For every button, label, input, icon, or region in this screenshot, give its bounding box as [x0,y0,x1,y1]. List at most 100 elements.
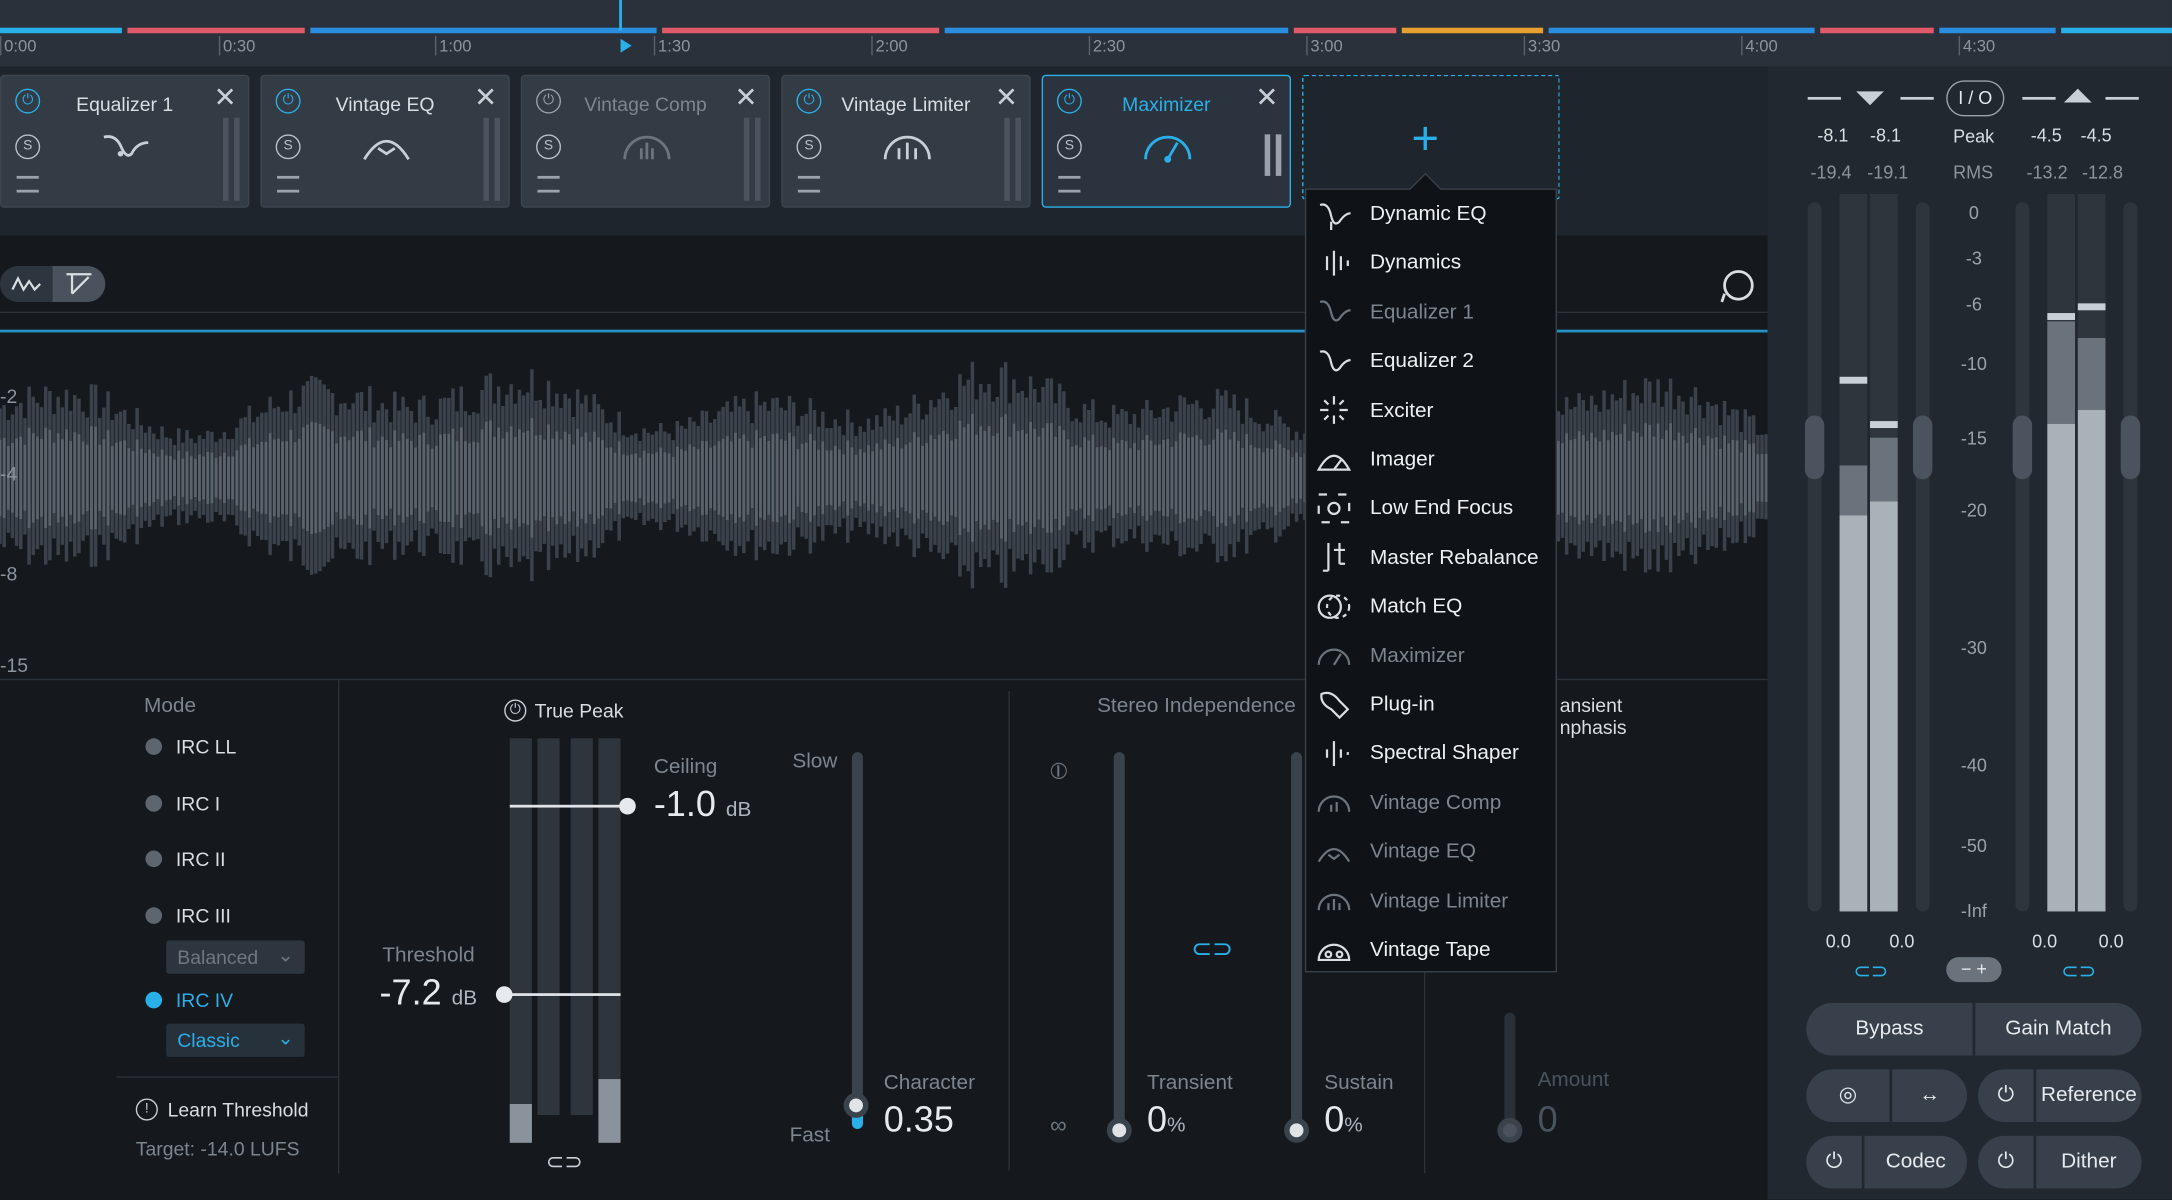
threshold-line[interactable] [501,993,621,996]
amount-knob[interactable] [1497,1117,1523,1143]
threshold-value[interactable]: -7.2 dB [380,971,478,1014]
mode-radio[interactable] [145,991,163,1009]
character-knob[interactable] [843,1092,869,1118]
solo-icon[interactable]: S [796,134,822,160]
power-icon[interactable]: ⏻ [796,88,822,114]
close-icon[interactable]: ✕ [995,84,1018,112]
close-icon[interactable]: ✕ [734,84,757,112]
menu-item-dynamics[interactable]: Dynamics [1306,239,1555,287]
solo-icon[interactable]: S [275,134,301,160]
input-trim-slider-r[interactable] [1915,202,1930,912]
list-icon[interactable] [797,175,821,193]
sustain-slider[interactable] [1291,752,1303,1127]
transient-slider[interactable] [1113,752,1125,1127]
input-meter-toggle-icon[interactable] [1856,91,1884,106]
input-trim-slider[interactable] [1807,202,1822,912]
ceiling-handle[interactable] [619,797,636,815]
gain-match-button[interactable]: Gain Match [1975,1002,2142,1056]
menu-item-vintage-eq[interactable]: Vintage EQ [1306,827,1555,875]
module-maximizer[interactable]: ⏻ S Maximizer ✕ [1041,74,1292,208]
input-link-icon[interactable]: ⊂⊃ [1853,959,1888,984]
irc3-style-select[interactable]: Balanced ⌄ [166,940,305,974]
module-vintage-eq[interactable]: ⏻ S Vintage EQ ✕ [260,74,510,208]
filter-view-icon[interactable] [64,271,94,296]
output-trim-handle-r[interactable] [2120,415,2141,480]
mode-irc-iv[interactable]: IRC IV [176,989,233,1011]
transient-knob[interactable] [1106,1117,1132,1143]
menu-item-low-end-focus[interactable]: Low End Focus [1306,484,1555,532]
menu-item-match-eq[interactable]: Match EQ [1306,582,1555,630]
menu-item-exciter[interactable]: Exciter [1306,386,1555,434]
mono-icon[interactable]: ◎ [1806,1069,1890,1123]
menu-item-equalizer-2[interactable]: Equalizer 2 [1306,337,1555,385]
mode-radio[interactable] [145,907,163,924]
mode-radio[interactable] [145,850,163,868]
ceiling-value[interactable]: -1.0 dB [654,783,752,826]
reference-power-icon[interactable]: ⏻ [1978,1069,2034,1123]
menu-item-vintage-limiter[interactable]: Vintage Limiter [1306,876,1555,924]
menu-item-imager[interactable]: Imager [1306,435,1555,483]
solo-icon[interactable]: S [1056,134,1082,160]
mode-radio[interactable] [145,795,163,812]
io-toggle[interactable]: I / O [1946,80,2005,117]
view-toggle[interactable] [0,265,106,302]
solo-icon[interactable]: S [536,134,562,160]
transient-value[interactable]: 0% [1147,1098,1186,1141]
menu-item-equalizer-1[interactable]: Equalizer 1 [1306,288,1555,336]
sustain-value[interactable]: 0% [1324,1098,1363,1141]
menu-item-spectral-shaper[interactable]: Spectral Shaper [1306,729,1555,777]
list-icon[interactable] [277,175,300,193]
plus-icon[interactable]: + [1412,115,1440,162]
zoom-stepper[interactable]: − + [1946,957,2002,983]
link-icon[interactable]: ⊂⊃ [546,1148,583,1176]
module-vintage-comp[interactable]: ⏻ S Vintage Comp ✕ [520,74,771,208]
amount-slider[interactable] [1504,1012,1516,1129]
menu-item-vintage-comp[interactable]: Vintage Comp [1306,778,1555,826]
output-link-icon[interactable]: ⊂⊃ [2061,959,2096,984]
codec-power-icon[interactable]: ⏻ [1806,1135,1862,1189]
in-gain-r[interactable]: 0.0 [1889,931,1914,952]
in-gain-l[interactable]: 0.0 [1826,931,1851,952]
ceiling-line[interactable] [509,804,629,808]
timeline[interactable]: 0:00 0:30 1:00 1:30 2:00 2:30 3:00 3:30 … [0,0,2172,67]
output-trim-slider[interactable] [2015,202,2030,912]
learn-threshold-button[interactable]: Learn Threshold [168,1098,309,1120]
menu-item-vintage-tape[interactable]: Vintage Tape [1306,925,1555,973]
character-value[interactable]: 0.35 [884,1098,954,1141]
menu-item-master-rebalance[interactable]: Master Rebalance [1306,533,1555,581]
mode-irc-ll[interactable]: IRC LL [176,736,236,758]
output-trim-slider-r[interactable] [2123,202,2138,912]
mode-irc-iii[interactable]: IRC III [176,905,231,927]
loop-icon[interactable] [1718,266,1760,305]
input-trim-handle[interactable] [1804,415,1825,480]
codec-button[interactable]: Codec [1864,1135,1967,1189]
true-peak-toggle-icon[interactable]: ⏻ [504,699,527,722]
output-trim-handle[interactable] [2012,415,2033,480]
out-gain-r[interactable]: 0.0 [2099,931,2124,952]
character-slider[interactable] [851,752,863,1127]
power-icon[interactable]: ⏻ [275,88,301,114]
output-meter-toggle-icon[interactable] [2063,88,2092,103]
close-icon[interactable]: ✕ [214,84,237,112]
swap-channels-icon[interactable]: ↔ [1892,1069,1967,1123]
threshold-handle[interactable] [495,986,513,1003]
irc4-style-select[interactable]: Classic ⌄ [166,1023,305,1057]
menu-item-maximizer[interactable]: Maximizer [1306,631,1555,679]
sustain-knob[interactable] [1284,1117,1310,1143]
list-icon[interactable] [16,175,39,193]
module-equalizer-1[interactable]: ⏻ S Equalizer 1 ✕ [0,74,250,208]
mode-irc-ii[interactable]: IRC II [176,848,226,870]
close-icon[interactable]: ✕ [474,84,497,112]
bypass-button[interactable]: Bypass [1806,1002,1973,1056]
power-icon[interactable]: ⏻ [536,88,562,114]
solo-icon[interactable]: S [15,134,41,160]
mode-radio[interactable] [145,738,163,755]
reference-button[interactable]: Reference [2036,1069,2142,1123]
input-trim-handle-r[interactable] [1912,415,1933,480]
power-icon[interactable]: ⏻ [1056,88,1082,114]
menu-item-plug-in[interactable]: Plug-in [1306,680,1555,728]
list-icon[interactable] [537,175,560,193]
mode-irc-i[interactable]: IRC I [176,792,220,814]
close-icon[interactable]: ✕ [1255,84,1278,112]
link-icon[interactable]: ⊂⊃ [1191,935,1233,964]
